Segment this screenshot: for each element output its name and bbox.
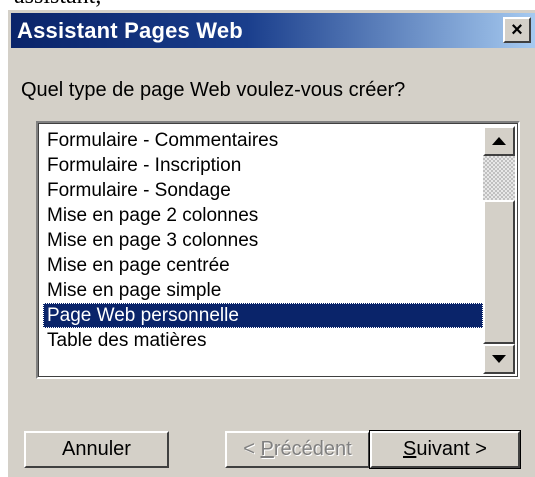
next-button-label: uivant > <box>416 438 487 460</box>
next-button-mnemonic: S <box>403 438 417 460</box>
list-item[interactable]: Formulaire - Commentaires <box>43 128 483 153</box>
next-button[interactable]: Suivant > <box>369 430 521 469</box>
page: assistant, Assistant Pages Web × Quel ty… <box>0 0 535 477</box>
wizard-dialog: Assistant Pages Web × Quel type de page … <box>8 10 535 477</box>
title-bar[interactable]: Assistant Pages Web × <box>11 13 535 48</box>
back-button[interactable]: < Précédent <box>225 431 370 468</box>
cancel-button-label: Annuler <box>62 438 131 460</box>
list-items: Formulaire - Commentaires Formulaire - I… <box>43 128 483 353</box>
list-item[interactable]: Formulaire - Sondage <box>43 178 483 203</box>
scroll-down-button[interactable] <box>483 344 515 374</box>
dialog-title: Assistant Pages Web <box>17 18 243 43</box>
scroll-up-button[interactable] <box>483 126 515 156</box>
question-label: Quel type de page Web voulez-vous créer? <box>21 79 406 101</box>
back-button-mnemonic: P <box>260 438 274 460</box>
arrow-up-icon <box>492 137 506 145</box>
close-button[interactable]: × <box>503 17 531 43</box>
cancel-button[interactable]: Annuler <box>24 431 169 468</box>
list-item[interactable]: Mise en page centrée <box>43 253 483 278</box>
close-icon: × <box>511 19 523 41</box>
list-item[interactable]: Mise en page 2 colonnes <box>43 203 483 228</box>
list-item[interactable]: Page Web personnelle <box>43 303 483 328</box>
back-button-prefix: < <box>243 438 261 460</box>
list-item[interactable]: Mise en page simple <box>43 278 483 303</box>
list-item[interactable]: Table des matières <box>43 328 483 353</box>
list-item[interactable]: Mise en page 3 colonnes <box>43 228 483 253</box>
back-button-label: récédent <box>273 438 352 460</box>
list-item[interactable]: Formulaire - Inscription <box>43 153 483 178</box>
vertical-scrollbar[interactable] <box>483 126 515 374</box>
scroll-thumb[interactable] <box>483 200 515 344</box>
arrow-down-icon <box>492 355 506 363</box>
page-type-listbox[interactable]: Formulaire - Commentaires Formulaire - I… <box>36 121 520 379</box>
